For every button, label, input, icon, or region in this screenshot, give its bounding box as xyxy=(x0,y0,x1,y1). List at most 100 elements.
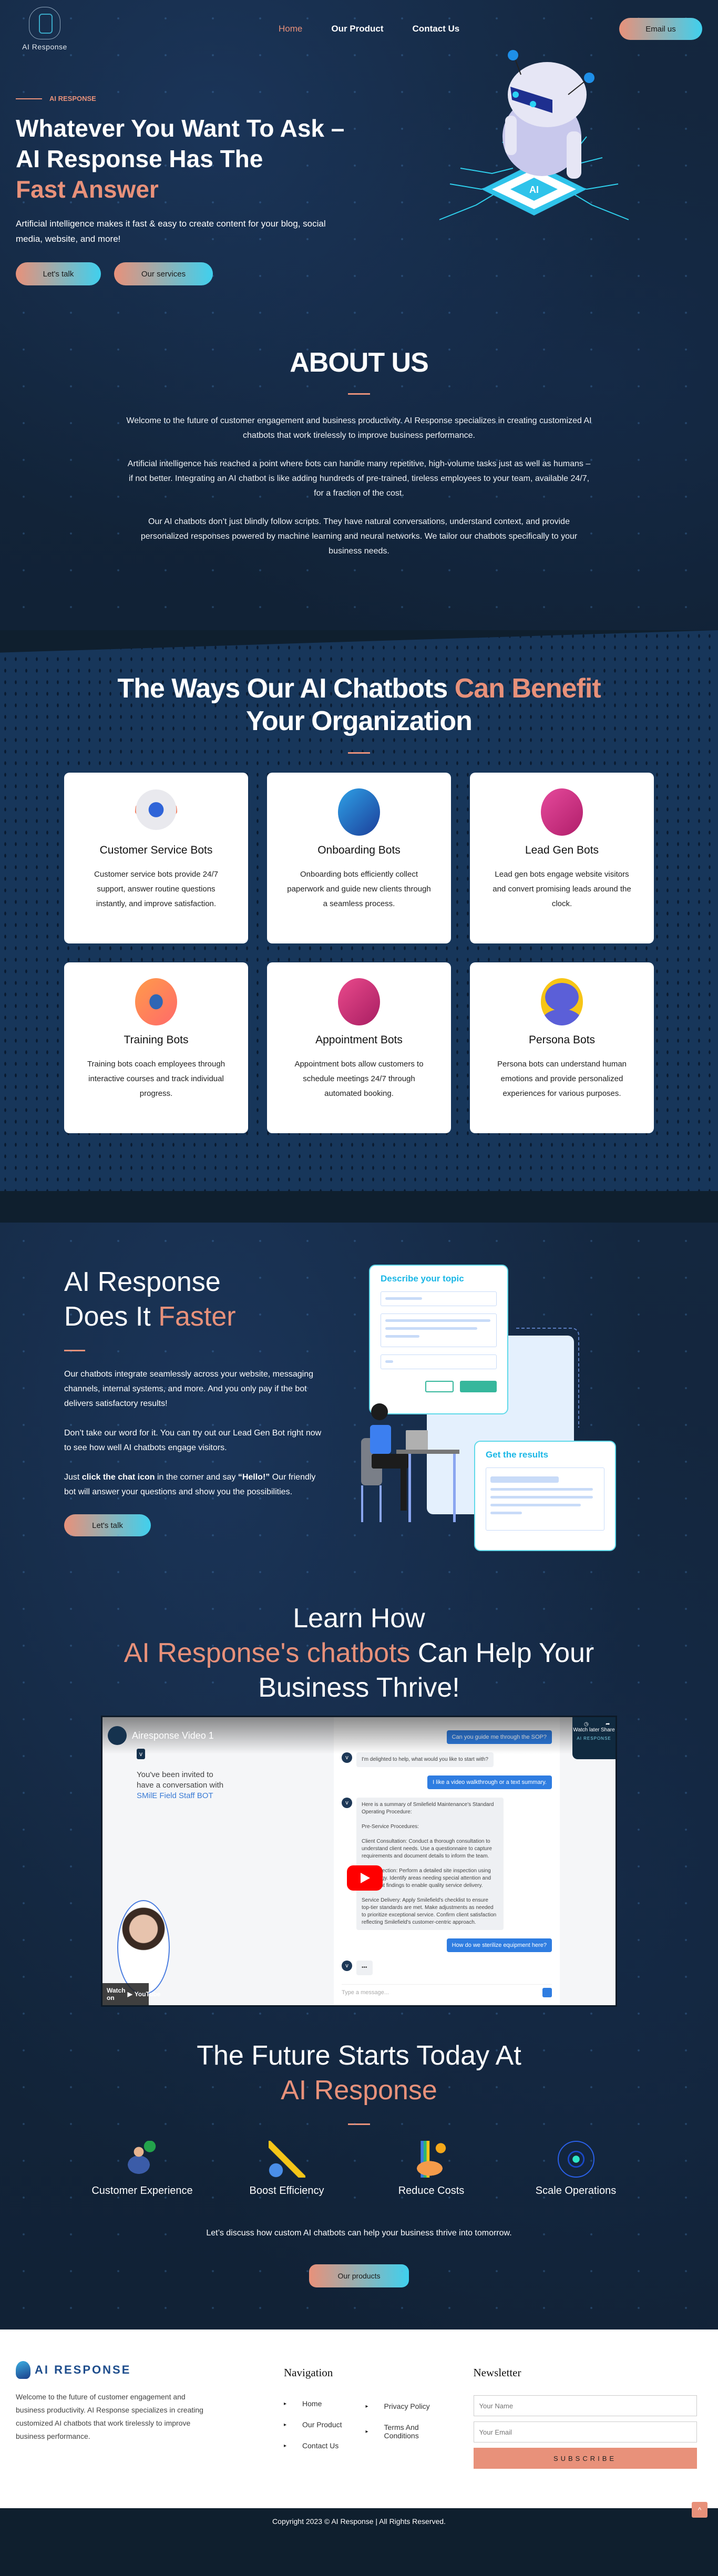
footer-link-terms[interactable]: Terms And Conditions xyxy=(366,2423,434,2440)
invite-text: You've been invited to have a conversati… xyxy=(137,1770,224,1800)
copyright-bar: Copyright 2023 © AI Response | All Right… xyxy=(0,2502,718,2534)
feature-label: Scale Operations xyxy=(535,2185,617,2197)
newsletter-title: Newsletter xyxy=(473,2366,521,2379)
footer-legal-list: Privacy Policy Terms And Conditions xyxy=(366,2402,434,2440)
brain-logo-icon xyxy=(29,7,60,39)
feature-label: Customer Experience xyxy=(91,2185,193,2197)
footer-nav-title: Navigation xyxy=(284,2366,333,2379)
scroll-to-top-button[interactable]: ^ xyxy=(692,2502,707,2518)
faster-title-line1: AI Response xyxy=(64,1267,221,1297)
site-footer: AI RESPONSE Welcome to the future of cus… xyxy=(0,2329,718,2508)
learn-title-rest: Can Help Your xyxy=(410,1638,594,1668)
footer-nav-list: Home Our Product Contact Us xyxy=(284,2399,342,2450)
section-spacer xyxy=(0,1191,718,1223)
footer-link-home[interactable]: Home xyxy=(284,2399,342,2408)
card-title: Training Bots xyxy=(124,1034,189,1046)
card-text: Appointment bots allow customers to sche… xyxy=(294,1060,424,1098)
benefits-title: The Ways Our AI Chatbots Can Benefit You… xyxy=(0,672,718,737)
faster-title: AI Response Does It Faster xyxy=(64,1265,327,1334)
bot-card-lead-gen[interactable]: Lead Gen Bots Lead gen bots engage websi… xyxy=(470,773,654,943)
bot-card-customer-service[interactable]: Customer Service Bots Customer service b… xyxy=(64,773,248,943)
card-text: Onboarding bots efficiently collect pape… xyxy=(287,870,431,908)
send-icon[interactable] xyxy=(542,1987,552,1997)
name-input[interactable] xyxy=(473,2395,697,2416)
footer-legal: Privacy Policy Terms And Conditions xyxy=(374,2361,434,2487)
card-title: Lead Gen Bots xyxy=(525,844,599,856)
title-underline xyxy=(64,1350,85,1351)
card-text: Customer service bots provide 24/7 suppo… xyxy=(94,870,218,908)
features-row: Customer Experience Boost Efficiency Red… xyxy=(70,2141,648,2197)
email-us-button[interactable]: Email us xyxy=(619,18,702,40)
learn-title-line1: Learn How xyxy=(293,1603,425,1634)
top-section: AI Response Home Our Product Contact Us … xyxy=(0,0,718,630)
future-title: The Future Starts Today At AI Response xyxy=(0,2038,718,2108)
about-title: ABOUT US xyxy=(290,347,429,378)
footer-link-privacy-policy[interactable]: Privacy Policy xyxy=(366,2402,434,2410)
card-title: Appointment Bots xyxy=(315,1034,403,1046)
brand-watermark: AI RESPONSE xyxy=(577,1736,611,1741)
bot-card-persona[interactable]: Persona Bots Persona bots can understand… xyxy=(470,962,654,1133)
chat-message-bot: v I'm delighted to help, what would you l… xyxy=(342,1752,552,1767)
hero-section: AI RESPONSE Whatever You Want To Ask – A… xyxy=(0,50,718,331)
learn-title: Learn How AI Response's chatbots Can Hel… xyxy=(0,1601,718,1705)
scale-gear-icon xyxy=(557,2141,594,2178)
copyright-text: Copyright 2023 © AI Response | All Right… xyxy=(272,2517,446,2526)
youtube-logo-icon: ▶ xyxy=(127,1990,132,1998)
feature-boost-efficiency: Boost Efficiency xyxy=(234,2141,340,2197)
channel-avatar[interactable] xyxy=(108,1726,127,1745)
customer-rating-icon xyxy=(124,2141,161,2178)
footer-link-our-product[interactable]: Our Product xyxy=(284,2420,342,2429)
share-button[interactable]: ➦ Share xyxy=(601,1721,615,1733)
future-title-line1: The Future Starts Today At xyxy=(197,2040,521,2071)
youtube-play-button[interactable] xyxy=(347,1865,383,1891)
faster-paragraph: Just click the chat icon in the corner a… xyxy=(64,1473,316,1496)
robot-on-chip-illustration: AI xyxy=(439,50,629,220)
lets-talk-button[interactable]: Let's talk xyxy=(16,262,101,285)
footer-logo[interactable]: AI RESPONSE xyxy=(16,2361,268,2379)
bot-card-appointment[interactable]: Appointment Bots Appointment bots allow … xyxy=(267,962,451,1133)
watch-later-button[interactable]: ◷ Watch later xyxy=(573,1721,599,1733)
bot-card-onboarding[interactable]: Onboarding Bots Onboarding bots efficien… xyxy=(267,773,451,943)
chat-input[interactable]: Type a message... xyxy=(342,1984,552,2000)
feature-scale-operations: Scale Operations xyxy=(524,2141,629,2197)
footer-about-text: Welcome to the future of customer engage… xyxy=(16,2393,203,2440)
nav-our-product[interactable]: Our Product xyxy=(331,24,383,34)
get-results-panel: Get the results xyxy=(474,1441,616,1551)
card-text: Lead gen bots engage website visitors an… xyxy=(493,870,631,908)
footer-link-contact-us[interactable]: Contact Us xyxy=(284,2441,342,2450)
robot-right-arm xyxy=(567,131,581,179)
future-title-accent: AI Response xyxy=(281,2075,437,2106)
watch-on-youtube-button[interactable]: Watch on ▶ YouTube xyxy=(102,1983,160,2005)
logo[interactable]: AI Response xyxy=(16,7,74,51)
newsletter-form: Newsletter SUBSCRIBE xyxy=(473,2361,697,2487)
faster-paragraph: Our chatbots integrate seamlessly across… xyxy=(64,1370,313,1408)
benefits-title-accent: Can Benefit xyxy=(454,673,601,704)
faster-paragraph: Don’t take our word for it. You can try … xyxy=(64,1429,322,1452)
title-underline xyxy=(348,393,370,395)
logo-text: AI Response xyxy=(22,43,67,51)
email-input[interactable] xyxy=(473,2421,697,2442)
youtube-video-embed[interactable]: v You've been invited to have a conversa… xyxy=(101,1716,617,2007)
panel-title: Get the results xyxy=(486,1450,549,1460)
lead-gen-robot-icon xyxy=(541,788,583,836)
footer-logo-text: AI RESPONSE xyxy=(35,2363,131,2376)
subscribe-button[interactable]: SUBSCRIBE xyxy=(473,2448,697,2469)
nav-home[interactable]: Home xyxy=(279,24,302,34)
hero-buttons: Let's talk Our services xyxy=(16,262,702,285)
describe-topic-panel: Describe your topic xyxy=(369,1265,508,1414)
chat-message-bot: v ••• xyxy=(342,1961,552,1975)
faster-section: AI Response Does It Faster Our chatbots … xyxy=(0,1223,718,1590)
cta-text: Let’s discuss how custom AI chatbots can… xyxy=(206,2229,512,2238)
card-text: Training bots coach employees through in… xyxy=(87,1060,225,1098)
our-products-button[interactable]: Our products xyxy=(309,2264,409,2287)
video-title[interactable]: Airesponse Video 1 xyxy=(132,1730,214,1741)
lets-talk-button[interactable]: Let's talk xyxy=(64,1514,151,1536)
appointment-robot-icon xyxy=(338,978,380,1025)
bot-avatar-icon: v xyxy=(342,1798,352,1808)
title-underline xyxy=(348,2123,370,2125)
nav-contact-us[interactable]: Contact Us xyxy=(413,24,460,34)
footer-about: AI RESPONSE Welcome to the future of cus… xyxy=(16,2361,268,2487)
our-services-button[interactable]: Our services xyxy=(114,262,213,285)
benefits-section: The Ways Our AI Chatbots Can Benefit You… xyxy=(0,630,718,1191)
bot-card-training[interactable]: Training Bots Training bots coach employ… xyxy=(64,962,248,1133)
